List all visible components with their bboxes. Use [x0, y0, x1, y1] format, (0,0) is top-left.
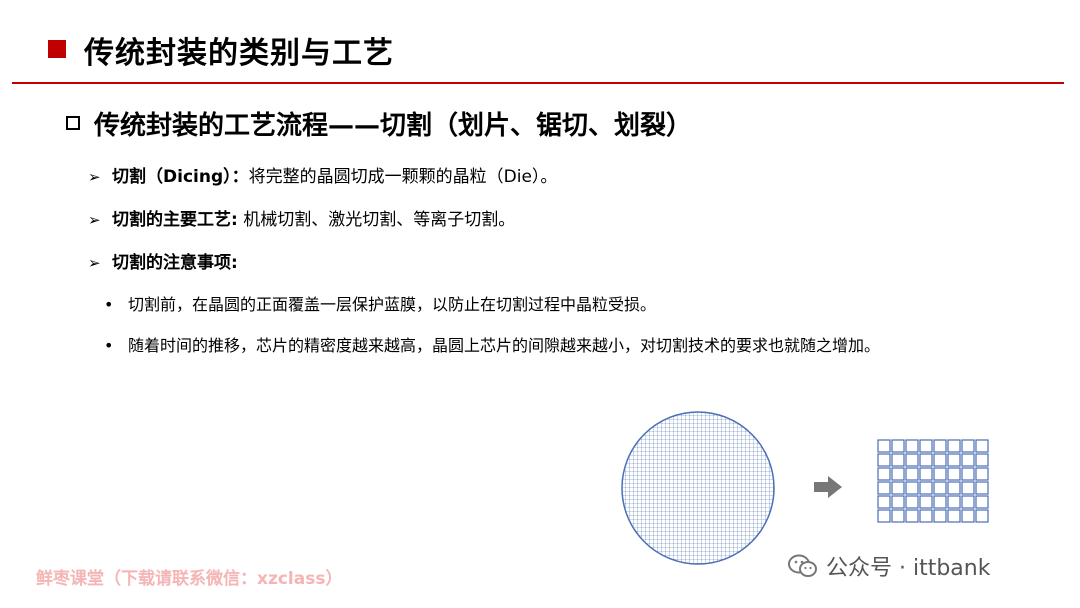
point-main-process: ➢ 切割的主要工艺: 机械切割、激光切割、等离子切割。	[88, 205, 515, 230]
die-square	[975, 467, 989, 481]
right-arrow-icon	[814, 476, 842, 498]
point-text: 将完整的晶圆切成一颗颗的晶粒（Die）。	[248, 167, 558, 187]
die-square	[891, 481, 905, 495]
die-square	[905, 495, 919, 509]
die-square	[947, 481, 961, 495]
die-square	[947, 453, 961, 467]
note-text: 随着时间的推移，芯片的精密度越来越高，晶圆上芯片的间隙越来越小，对切割技术的要求…	[128, 336, 881, 355]
die-square	[961, 495, 975, 509]
bullet-dot-icon: •	[104, 295, 114, 314]
die-square	[919, 509, 933, 523]
die-square	[975, 453, 989, 467]
note-item: • 随着时间的推移，芯片的精密度越来越高，晶圆上芯片的间隙越来越小，对切割技术的要…	[104, 332, 880, 356]
die-square	[877, 495, 891, 509]
die-square	[919, 481, 933, 495]
die-square	[975, 481, 989, 495]
die-square	[961, 509, 975, 523]
die-square	[933, 509, 947, 523]
watermark-right: 公众号 · ittbank	[788, 550, 990, 582]
point-dicing: ➢ 切割（Dicing）：将完整的晶圆切成一颗颗的晶粒（Die）。	[88, 162, 557, 187]
die-square	[933, 467, 947, 481]
arrowhead-icon: ➢	[88, 168, 101, 186]
die-square	[905, 509, 919, 523]
point-text: 机械切割、激光切割、等离子切割。	[237, 210, 516, 230]
die-square	[905, 481, 919, 495]
title-divider	[12, 82, 1064, 84]
die-square	[933, 453, 947, 467]
die-square	[961, 439, 975, 453]
die-square	[919, 453, 933, 467]
note-text: 切割前，在晶圆的正面覆盖一层保护蓝膜，以防止在切割过程中晶粒受损。	[128, 295, 657, 314]
die-square	[905, 439, 919, 453]
hollow-square-icon	[66, 116, 80, 130]
page-title: 传统封装的类别与工艺	[84, 36, 394, 71]
die-square	[891, 509, 905, 523]
die-square	[905, 453, 919, 467]
note-item: • 切割前，在晶圆的正面覆盖一层保护蓝膜，以防止在切割过程中晶粒受损。	[104, 291, 656, 315]
die-square	[919, 467, 933, 481]
arrowhead-icon: ➢	[88, 211, 101, 229]
title-marker-icon	[48, 40, 66, 58]
die-square	[919, 495, 933, 509]
die-square	[961, 467, 975, 481]
die-square	[975, 495, 989, 509]
die-square	[947, 467, 961, 481]
watermark-right-text: 公众号 · ittbank	[826, 556, 991, 581]
point-label: 切割（Dicing）：	[112, 167, 249, 187]
die-square	[891, 439, 905, 453]
die-square	[961, 453, 975, 467]
die-square	[877, 453, 891, 467]
die-square	[891, 453, 905, 467]
watermark-left: 鲜枣课堂（下载请联系微信：xzclass）	[36, 569, 343, 589]
point-label: 切割的主要工艺:	[112, 210, 238, 230]
arrowhead-icon: ➢	[88, 254, 101, 272]
die-square	[891, 495, 905, 509]
die-square	[933, 439, 947, 453]
die-square	[975, 509, 989, 523]
wafer-illustration	[621, 411, 775, 565]
die-square	[877, 467, 891, 481]
die-square	[933, 495, 947, 509]
die-square	[905, 467, 919, 481]
die-square	[877, 439, 891, 453]
die-square	[947, 509, 961, 523]
point-precautions: ➢ 切割的注意事项:	[88, 248, 238, 273]
die-square	[877, 509, 891, 523]
dies-illustration	[877, 439, 989, 523]
die-square	[933, 481, 947, 495]
die-square	[947, 495, 961, 509]
wechat-icon	[788, 554, 817, 577]
bullet-dot-icon: •	[104, 336, 114, 355]
die-square	[975, 439, 989, 453]
die-square	[877, 481, 891, 495]
die-square	[919, 439, 933, 453]
die-square	[961, 481, 975, 495]
section-heading: 传统封装的工艺流程——切割（划片、锯切、划裂）	[94, 111, 693, 141]
point-label: 切割的注意事项:	[112, 253, 238, 273]
die-square	[947, 439, 961, 453]
die-square	[891, 467, 905, 481]
